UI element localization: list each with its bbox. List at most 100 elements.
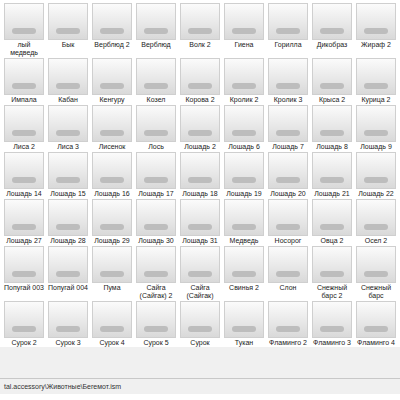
- model-item[interactable]: Попугай 003: [2, 246, 46, 300]
- model-item[interactable]: Лошадь 9: [354, 105, 398, 151]
- model-item[interactable]: Сурок: [178, 301, 222, 347]
- model-item[interactable]: Горилла: [266, 3, 310, 57]
- model-thumbnail: [92, 58, 132, 95]
- thumbnail-shadow: [364, 224, 388, 230]
- model-item[interactable]: Лошадь 29: [90, 199, 134, 245]
- thumbnail-shadow: [232, 271, 256, 277]
- model-item[interactable]: Фламинго 2: [266, 301, 310, 347]
- model-item[interactable]: Лошадь 16: [90, 152, 134, 198]
- model-thumbnail: [4, 58, 44, 95]
- model-item[interactable]: Слон: [266, 246, 310, 300]
- model-item[interactable]: Импала: [2, 58, 46, 104]
- model-item[interactable]: Овца 2: [310, 199, 354, 245]
- model-item[interactable]: Волк 2: [178, 3, 222, 57]
- model-item[interactable]: Попугай 004: [46, 246, 90, 300]
- model-thumbnail: [268, 152, 308, 189]
- model-item[interactable]: Сайга (Сайгак): [178, 246, 222, 300]
- model-label: Верблюд 2: [91, 41, 133, 49]
- thumbnail-shadow: [100, 177, 124, 183]
- model-item[interactable]: Лошадь 30: [134, 199, 178, 245]
- model-item[interactable]: Лошадь 7: [266, 105, 310, 151]
- model-item[interactable]: Лошадь 19: [222, 152, 266, 198]
- model-item[interactable]: Осел 2: [354, 199, 398, 245]
- model-item[interactable]: Тукан: [222, 301, 266, 347]
- model-item[interactable]: Курица 2: [354, 58, 398, 104]
- model-item[interactable]: Носорог: [266, 199, 310, 245]
- model-label: Сурок 3: [47, 339, 89, 347]
- model-item[interactable]: Лошадь 18: [178, 152, 222, 198]
- model-item[interactable]: Кенгуру: [90, 58, 134, 104]
- model-thumbnail: [356, 152, 396, 189]
- model-item[interactable]: Лошадь 15: [46, 152, 90, 198]
- model-item[interactable]: Лошадь 8: [310, 105, 354, 151]
- model-item[interactable]: Верблюд: [134, 3, 178, 57]
- thumbnail-shadow: [100, 28, 124, 34]
- model-thumbnail: [48, 3, 88, 40]
- model-label: Осел 2: [355, 237, 397, 245]
- thumbnail-shadow: [232, 130, 256, 136]
- model-item[interactable]: Медведь: [222, 199, 266, 245]
- model-label: Верблюд: [135, 41, 177, 49]
- thumbnail-shadow: [144, 224, 168, 230]
- thumbnail-grid: лый медведьБыкВерблюд 2ВерблюдВолк 2Гиен…: [0, 0, 400, 347]
- model-label: Лошадь 28: [47, 237, 89, 245]
- model-item[interactable]: Фламинго 4: [354, 301, 398, 347]
- model-item[interactable]: Снежный барс: [354, 246, 398, 300]
- model-label: Слон: [267, 284, 309, 292]
- model-thumbnail: [312, 152, 352, 189]
- model-label: Сайга (Сайгак): [179, 284, 221, 300]
- model-item[interactable]: Кабан: [46, 58, 90, 104]
- model-item[interactable]: Крыса 2: [310, 58, 354, 104]
- model-thumbnail: [92, 199, 132, 236]
- model-item[interactable]: Лошадь 27: [2, 199, 46, 245]
- model-item[interactable]: Верблюд 2: [90, 3, 134, 57]
- model-item[interactable]: Лиса 3: [46, 105, 90, 151]
- model-item[interactable]: Лошадь 14: [2, 152, 46, 198]
- model-item[interactable]: Лошадь 6: [222, 105, 266, 151]
- model-label: Кролик 2: [223, 96, 265, 104]
- model-item[interactable]: Сурок 5: [134, 301, 178, 347]
- model-item[interactable]: Кролик 2: [222, 58, 266, 104]
- model-item[interactable]: Сурок 2: [2, 301, 46, 347]
- model-item[interactable]: Гиена: [222, 3, 266, 57]
- model-item[interactable]: Фламинго 3: [310, 301, 354, 347]
- model-item[interactable]: Снежный барс 2: [310, 246, 354, 300]
- model-item[interactable]: Лошадь 28: [46, 199, 90, 245]
- model-item[interactable]: Лисенок: [90, 105, 134, 151]
- model-label: Овца 2: [311, 237, 353, 245]
- model-item[interactable]: Лошадь 21: [310, 152, 354, 198]
- model-item[interactable]: Корова 2: [178, 58, 222, 104]
- model-thumbnail: [92, 105, 132, 142]
- model-thumbnail: [92, 152, 132, 189]
- thumbnail-shadow: [320, 28, 344, 34]
- model-label: Попугай 004: [47, 284, 89, 292]
- model-item[interactable]: Сурок 4: [90, 301, 134, 347]
- model-item[interactable]: Пума: [90, 246, 134, 300]
- model-item[interactable]: лый медведь: [2, 3, 46, 57]
- model-item[interactable]: Лошадь 20: [266, 152, 310, 198]
- model-label: Кабан: [47, 96, 89, 104]
- thumbnail-shadow: [320, 224, 344, 230]
- model-item[interactable]: Дикобраз: [310, 3, 354, 57]
- model-thumbnail: [224, 105, 264, 142]
- model-thumbnail: [268, 58, 308, 95]
- model-thumbnail: [48, 152, 88, 189]
- thumbnail-shadow: [320, 83, 344, 89]
- model-item[interactable]: Свинья 2: [222, 246, 266, 300]
- model-item[interactable]: Кролик 3: [266, 58, 310, 104]
- model-item[interactable]: Лошадь 31: [178, 199, 222, 245]
- model-thumbnail: [4, 105, 44, 142]
- model-item[interactable]: Лось: [134, 105, 178, 151]
- model-item[interactable]: Лошадь 2: [178, 105, 222, 151]
- model-item[interactable]: Лошадь 22: [354, 152, 398, 198]
- model-item[interactable]: Сайга (Сайгак) 2: [134, 246, 178, 300]
- model-item[interactable]: Сурок 3: [46, 301, 90, 347]
- model-item[interactable]: Козел: [134, 58, 178, 104]
- model-item[interactable]: Бык: [46, 3, 90, 57]
- model-thumbnail: [224, 152, 264, 189]
- model-label: Курица 2: [355, 96, 397, 104]
- model-item[interactable]: Лиса 2: [2, 105, 46, 151]
- model-item[interactable]: Лошадь 17: [134, 152, 178, 198]
- model-item[interactable]: Жираф 2: [354, 3, 398, 57]
- model-label: Лошадь 8: [311, 143, 353, 151]
